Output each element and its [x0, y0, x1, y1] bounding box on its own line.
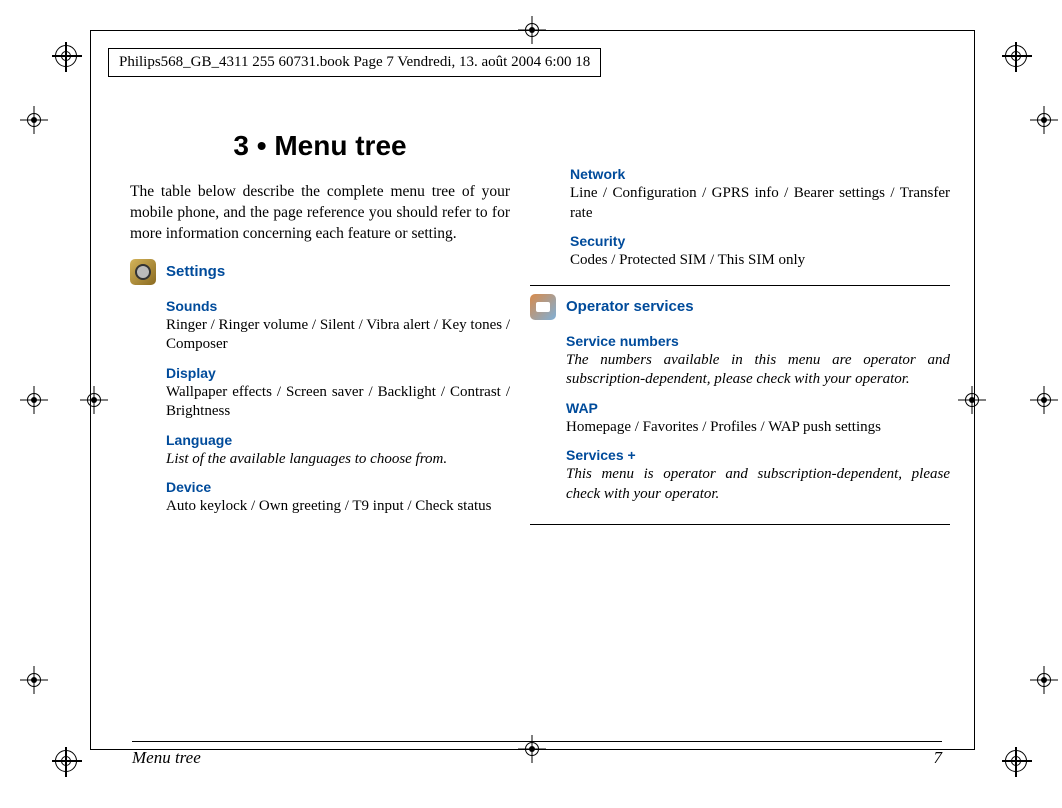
wap-heading: WAP [566, 400, 950, 416]
service-numbers-desc: The numbers available in this menu are o… [566, 351, 950, 390]
page-title: 3 • Menu tree [130, 130, 510, 162]
security-desc: Codes / Protected SIM / This SIM only [570, 251, 950, 271]
left-column: 3 • Menu tree The table below describe t… [130, 130, 510, 533]
display-heading: Display [166, 365, 510, 381]
print-header-stamp: Philips568_GB_4311 255 60731.book Page 7… [108, 48, 601, 77]
crosshair-icon [20, 386, 48, 414]
security-heading: Security [570, 233, 950, 249]
crosshair-icon [1030, 666, 1058, 694]
services-plus-desc: This menu is operator and subscription-d… [566, 465, 950, 504]
divider [530, 285, 950, 286]
device-heading: Device [166, 479, 510, 495]
crosshair-icon [80, 386, 108, 414]
registration-mark-icon [1005, 750, 1027, 772]
sounds-heading: Sounds [166, 298, 510, 314]
intro-text: The table below describe the complete me… [130, 182, 510, 245]
language-heading: Language [166, 432, 510, 448]
crosshair-icon [958, 386, 986, 414]
wap-desc: Homepage / Favorites / Profiles / WAP pu… [566, 418, 950, 438]
divider [530, 524, 950, 525]
footer-page-number: 7 [934, 748, 943, 768]
crosshair-icon [518, 16, 546, 44]
page-footer: Menu tree 7 [132, 741, 942, 768]
right-column: Network Line / Configuration / GPRS info… [570, 130, 950, 533]
network-heading: Network [570, 166, 950, 182]
service-numbers-heading: Service numbers [566, 333, 950, 349]
registration-mark-icon [1005, 45, 1027, 67]
crosshair-icon [1030, 386, 1058, 414]
operator-services-icon [530, 294, 556, 320]
services-plus-heading: Services + [566, 447, 950, 463]
settings-heading: Settings [166, 263, 510, 280]
network-desc: Line / Configuration / GPRS info / Beare… [570, 184, 950, 223]
crosshair-icon [20, 106, 48, 134]
crosshair-icon [20, 666, 48, 694]
registration-mark-icon [55, 45, 77, 67]
content-area: 3 • Menu tree The table below describe t… [130, 130, 950, 533]
footer-section-name: Menu tree [132, 748, 201, 768]
sounds-desc: Ringer / Ringer volume / Silent / Vibra … [166, 316, 510, 355]
display-desc: Wallpaper effects / Screen saver / Backl… [166, 383, 510, 422]
device-desc: Auto keylock / Own greeting / T9 input /… [166, 497, 510, 517]
language-desc: List of the available languages to choos… [166, 450, 510, 470]
settings-section: Settings Sounds Ringer / Ringer volume /… [130, 259, 510, 523]
registration-mark-icon [55, 750, 77, 772]
crosshair-icon [1030, 106, 1058, 134]
operator-section: Operator services Service numbers The nu… [530, 294, 950, 511]
operator-heading: Operator services [566, 298, 950, 315]
settings-icon [130, 259, 156, 285]
